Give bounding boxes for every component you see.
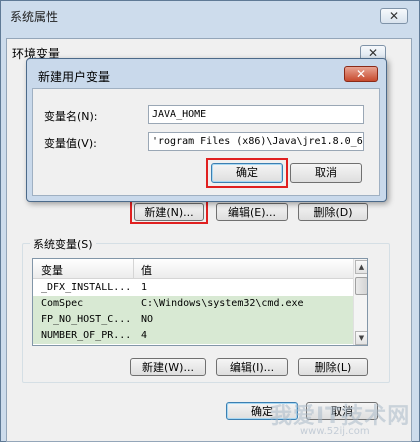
system-delete-button[interactable]: 删除(L): [298, 358, 368, 376]
variable-name-input[interactable]: JAVA_HOME: [148, 105, 364, 124]
row-value: 4: [141, 330, 148, 341]
system-variables-table[interactable]: 变量 值 _DFX_INSTALL... 1 ComSpec C:\Window…: [32, 258, 368, 346]
system-variables-label: 系统变量(S): [30, 236, 96, 252]
scroll-thumb[interactable]: [355, 277, 367, 295]
row-value: 1: [141, 282, 148, 293]
variable-value-input[interactable]: 'rogram Files (x86)\Java\jre1.8.0_66: [148, 132, 364, 151]
row-variable: ComSpec: [41, 298, 84, 309]
table-scrollbar[interactable]: ▲ ▼: [353, 259, 367, 345]
dialog-cancel-button[interactable]: 取消: [290, 163, 362, 183]
dialog-ok-button[interactable]: 确定: [211, 163, 283, 183]
system-properties-close-button[interactable]: ✕: [380, 8, 408, 24]
user-edit-button[interactable]: 编辑(E)...: [216, 203, 288, 221]
system-edit-button[interactable]: 编辑(I)...: [216, 358, 288, 376]
table-row[interactable]: _DFX_INSTALL... 1: [33, 280, 353, 296]
scroll-up-icon[interactable]: ▲: [355, 260, 367, 274]
watermark-url: www.52ij.com: [300, 426, 370, 437]
user-new-button[interactable]: 新建(N)...: [134, 203, 204, 221]
row-variable: _DFX_INSTALL...: [41, 282, 131, 293]
scroll-down-icon[interactable]: ▼: [355, 331, 367, 345]
user-delete-button[interactable]: 删除(D): [298, 203, 368, 221]
row-value: C:\Windows\system32\cmd.exe: [141, 298, 304, 309]
dialog-close-button[interactable]: ✕: [344, 66, 378, 82]
system-properties-title: 系统属性: [10, 10, 59, 24]
variable-value-label: 变量值(V):: [44, 137, 97, 150]
column-header-value[interactable]: 值: [141, 262, 152, 278]
system-new-button[interactable]: 新建(W)...: [130, 358, 206, 376]
column-divider: [133, 259, 134, 279]
table-row[interactable]: NUMBER_OF_PR... 4: [33, 328, 353, 344]
table-header: 变量 值: [33, 259, 353, 279]
table-row[interactable]: FP_NO_HOST_C... NO: [33, 312, 353, 328]
row-value: NO: [141, 314, 154, 325]
row-variable: NUMBER_OF_PR...: [41, 330, 131, 341]
column-header-variable[interactable]: 变量: [41, 262, 63, 278]
new-user-variable-title: 新建用户变量: [38, 70, 111, 84]
row-variable: FP_NO_HOST_C...: [41, 314, 131, 325]
table-row[interactable]: ComSpec C:\Windows\system32\cmd.exe: [33, 296, 353, 312]
variable-name-label: 变量名(N):: [44, 110, 98, 123]
